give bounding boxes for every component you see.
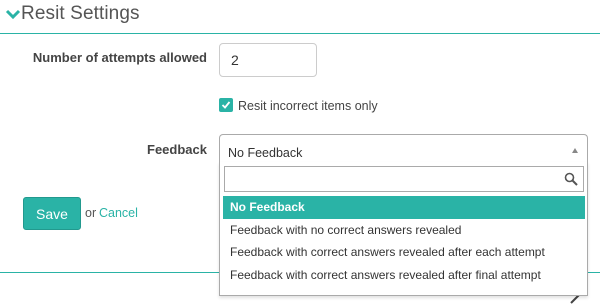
dropdown-option[interactable]: No Feedback xyxy=(223,196,585,219)
caret-up-icon xyxy=(572,148,578,153)
dropdown-search-input[interactable] xyxy=(224,166,584,192)
attempts-label: Number of attempts allowed xyxy=(32,50,207,65)
attempts-input[interactable] xyxy=(219,43,317,77)
feedback-label: Feedback xyxy=(147,142,207,157)
save-button[interactable]: Save xyxy=(23,197,81,230)
section-header[interactable]: Resit Settings xyxy=(0,0,600,34)
feedback-dropdown: No Feedback Feedback with no correct ans… xyxy=(219,162,588,296)
cancel-link[interactable]: Cancel xyxy=(99,206,138,220)
checkmark-icon xyxy=(221,101,231,109)
resit-incorrect-checkbox[interactable] xyxy=(219,98,233,112)
resit-incorrect-label[interactable]: Resit incorrect items only xyxy=(238,99,378,113)
dropdown-option[interactable]: Feedback with correct answers revealed a… xyxy=(223,264,585,287)
or-text: or xyxy=(85,206,97,220)
dropdown-options: No Feedback Feedback with no correct ans… xyxy=(223,196,585,286)
section-title: Resit Settings xyxy=(21,3,140,24)
dropdown-option[interactable]: Feedback with correct answers revealed a… xyxy=(223,241,585,264)
search-icon xyxy=(564,172,578,186)
feedback-select-value: No Feedback xyxy=(228,146,303,160)
chevron-down-icon[interactable] xyxy=(5,8,21,20)
dropdown-option[interactable]: Feedback with no correct answers reveale… xyxy=(223,219,585,242)
